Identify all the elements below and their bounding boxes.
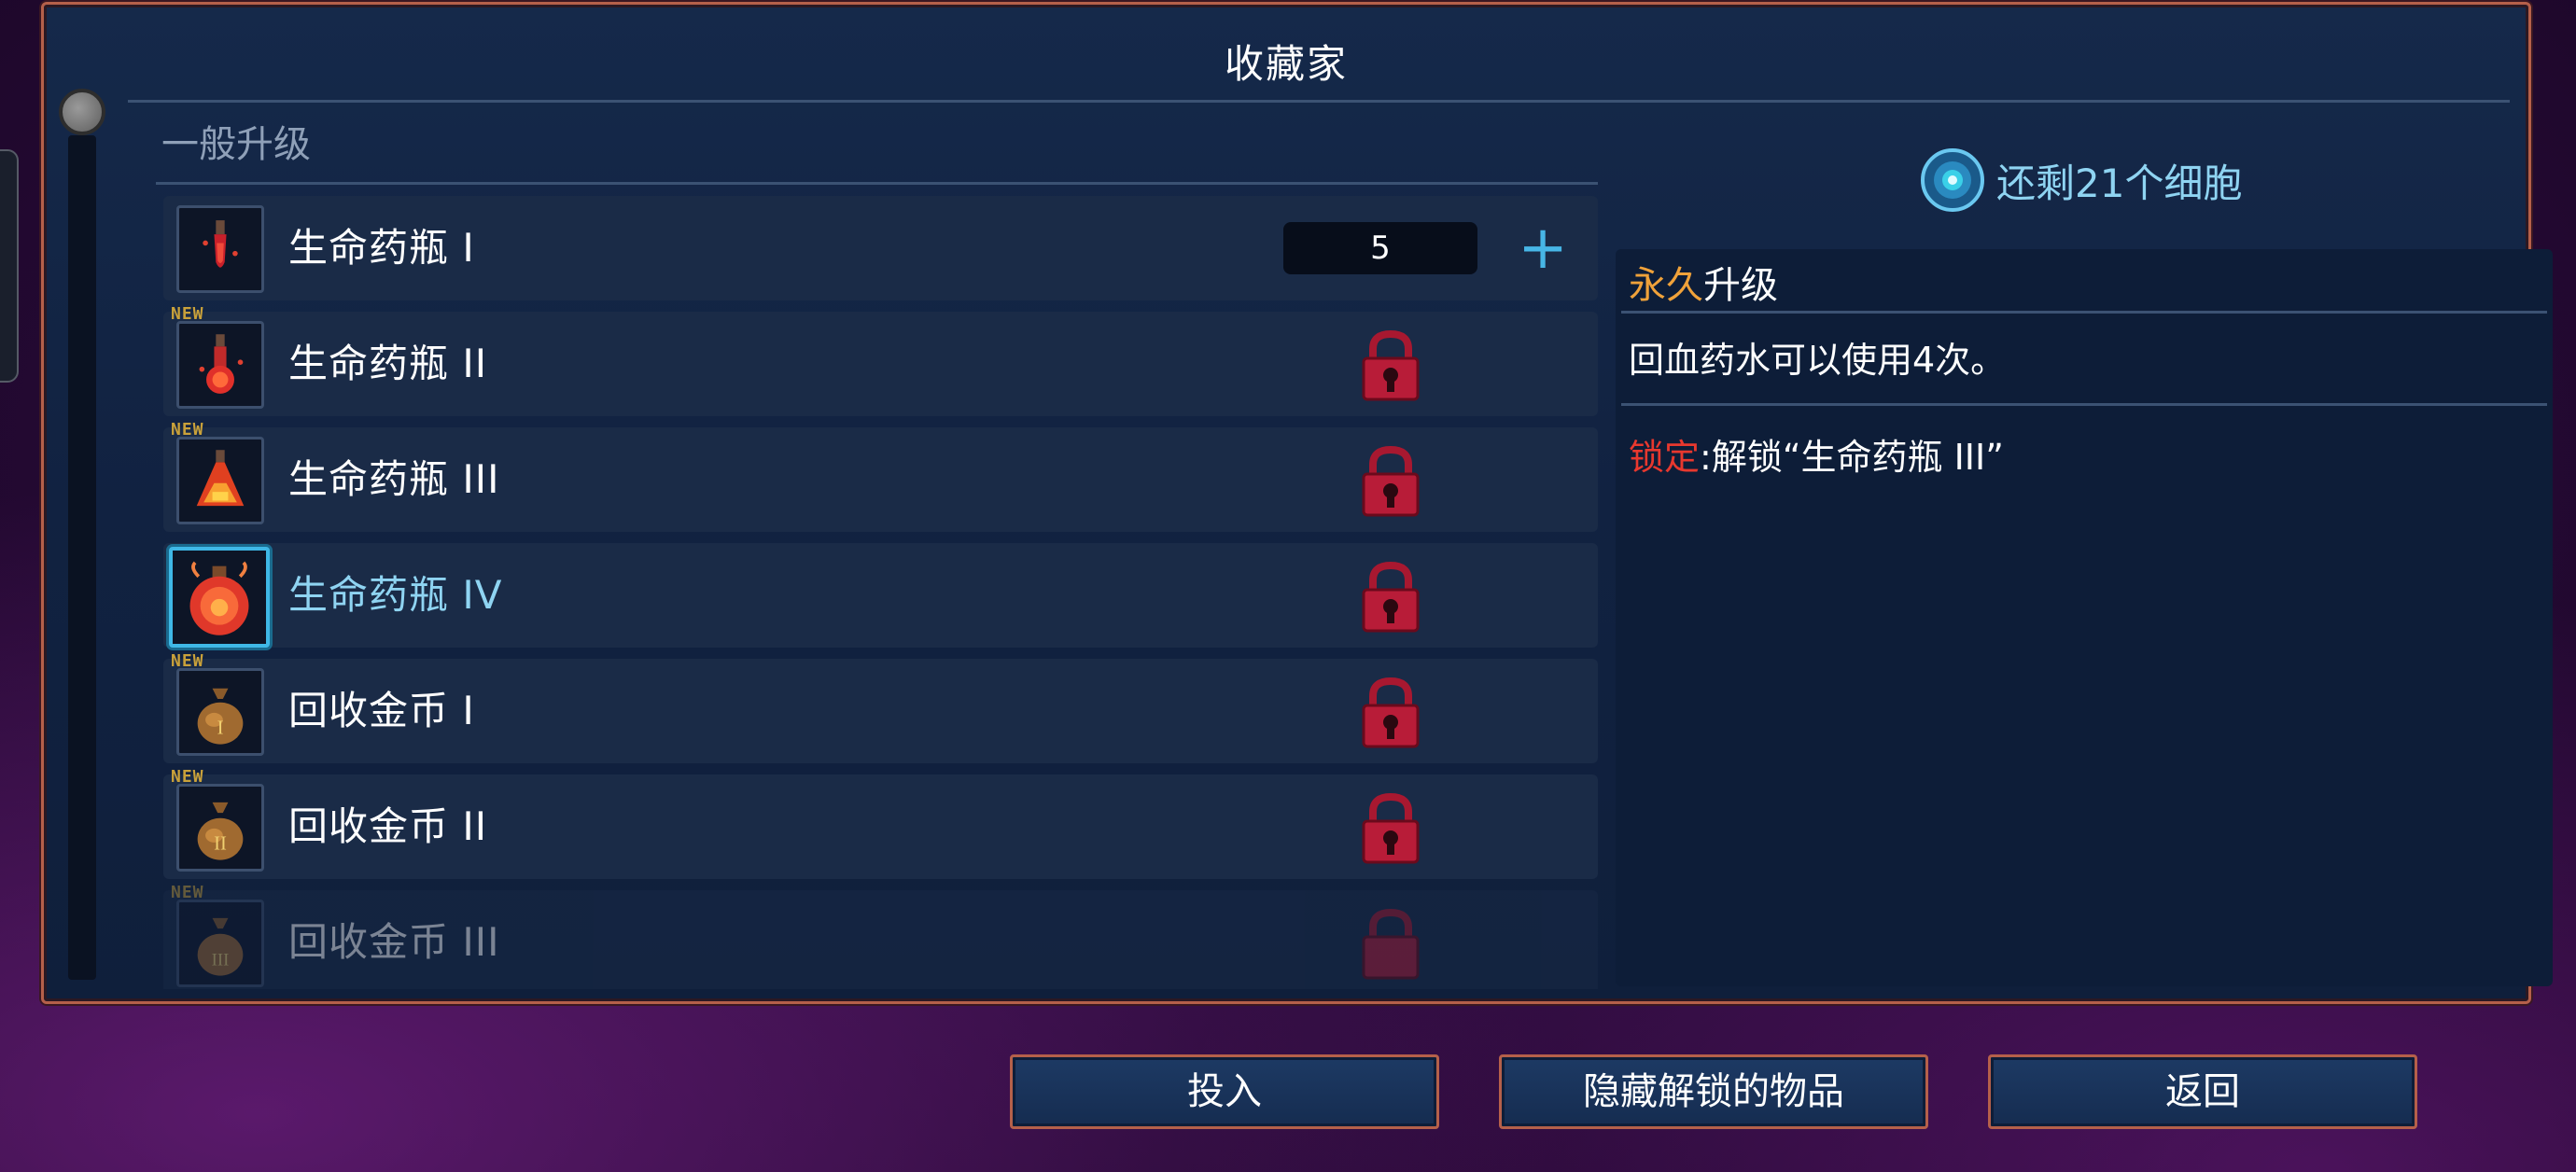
gold-bag-icon: II bbox=[176, 784, 264, 872]
list-item[interactable]: NEW II 回收金币 II bbox=[163, 767, 1598, 879]
side-tab[interactable] bbox=[0, 149, 19, 383]
lock-icon bbox=[1362, 792, 1420, 864]
item-label: 生命药瓶 II bbox=[288, 341, 488, 386]
svg-text:I: I bbox=[217, 718, 224, 738]
cell-icon bbox=[1921, 148, 1984, 212]
upgrade-description: 回血药水可以使用4次。 bbox=[1629, 340, 2007, 381]
item-label: 生命药瓶 III bbox=[288, 456, 500, 502]
item-label: 生命药瓶 IV bbox=[288, 572, 503, 618]
upgrade-type-accent: 永久 bbox=[1629, 264, 1703, 307]
list-item[interactable]: 生命药瓶 I 5 + bbox=[163, 196, 1598, 300]
list-item[interactable]: NEW 生命药瓶 III bbox=[163, 420, 1598, 532]
svg-text:III: III bbox=[212, 950, 230, 970]
increase-button[interactable]: + bbox=[1509, 215, 1576, 282]
list-item[interactable]: NEW 生命药瓶 II bbox=[163, 304, 1598, 416]
health-flask-icon bbox=[176, 437, 264, 524]
cells-counter: 还剩21个细胞 bbox=[1920, 143, 2242, 217]
item-label: 生命药瓶 I bbox=[288, 225, 475, 271]
lock-icon bbox=[1362, 445, 1420, 517]
list-item-selected[interactable]: 生命药瓶 IV bbox=[163, 543, 1598, 648]
lock-prefix: 锁定 bbox=[1629, 437, 1701, 478]
cells-remaining: 还剩21个细胞 bbox=[1996, 160, 2243, 206]
detail-divider bbox=[1621, 403, 2547, 406]
lock-icon bbox=[1362, 677, 1420, 748]
upgrade-type-label: 升级 bbox=[1703, 264, 1778, 307]
lock-icon bbox=[1362, 329, 1420, 401]
scrollbar-track[interactable] bbox=[68, 135, 96, 980]
svg-text:II: II bbox=[214, 833, 227, 854]
detail-panel: 永久升级 回血药水可以使用4次。 锁定:解锁“生命药瓶 III” bbox=[1616, 249, 2553, 986]
window-title: 收藏家 bbox=[1224, 41, 1348, 87]
item-label: 回收金币 II bbox=[288, 803, 488, 849]
hide-unlocked-button[interactable]: 隐藏解锁的物品 bbox=[1499, 1054, 1928, 1129]
gold-bag-icon: I bbox=[176, 668, 264, 756]
back-button[interactable]: 返回 bbox=[1988, 1054, 2417, 1129]
item-label: 回收金币 I bbox=[288, 688, 475, 733]
title-divider bbox=[128, 100, 2510, 103]
lock-icon bbox=[1362, 908, 1420, 980]
scrollbar-knob[interactable] bbox=[59, 89, 105, 135]
list-item[interactable]: NEW I 回收金币 I bbox=[163, 651, 1598, 763]
section-divider bbox=[156, 182, 1598, 185]
lock-requirement-text: :解锁“生命药瓶 III” bbox=[1700, 437, 2004, 478]
health-flask-icon bbox=[176, 205, 264, 293]
upgrade-type: 永久升级 bbox=[1629, 257, 1778, 314]
list-item[interactable]: NEW III 回收金币 III bbox=[163, 883, 1598, 989]
section-title: 一般升级 bbox=[161, 123, 311, 166]
health-flask-icon bbox=[176, 321, 264, 409]
detail-divider bbox=[1621, 311, 2547, 314]
health-flask-icon bbox=[169, 547, 270, 648]
invest-count: 5 bbox=[1283, 222, 1477, 274]
unlock-requirement: 锁定:解锁“生命药瓶 III” bbox=[1629, 428, 2004, 480]
lock-icon bbox=[1362, 561, 1420, 633]
gold-bag-icon: III bbox=[176, 900, 264, 987]
upgrade-list: 一般升级 生命药瓶 I 5 + NEW 生命药瓶 II NEW 生命药瓶 III… bbox=[156, 117, 1598, 989]
collector-window: 收藏家 一般升级 生命药瓶 I 5 + NEW 生命药瓶 II NEW 生命药瓶… bbox=[41, 2, 2553, 1004]
invest-button[interactable]: 投入 bbox=[1010, 1054, 1439, 1129]
item-label: 回收金币 III bbox=[288, 919, 500, 965]
